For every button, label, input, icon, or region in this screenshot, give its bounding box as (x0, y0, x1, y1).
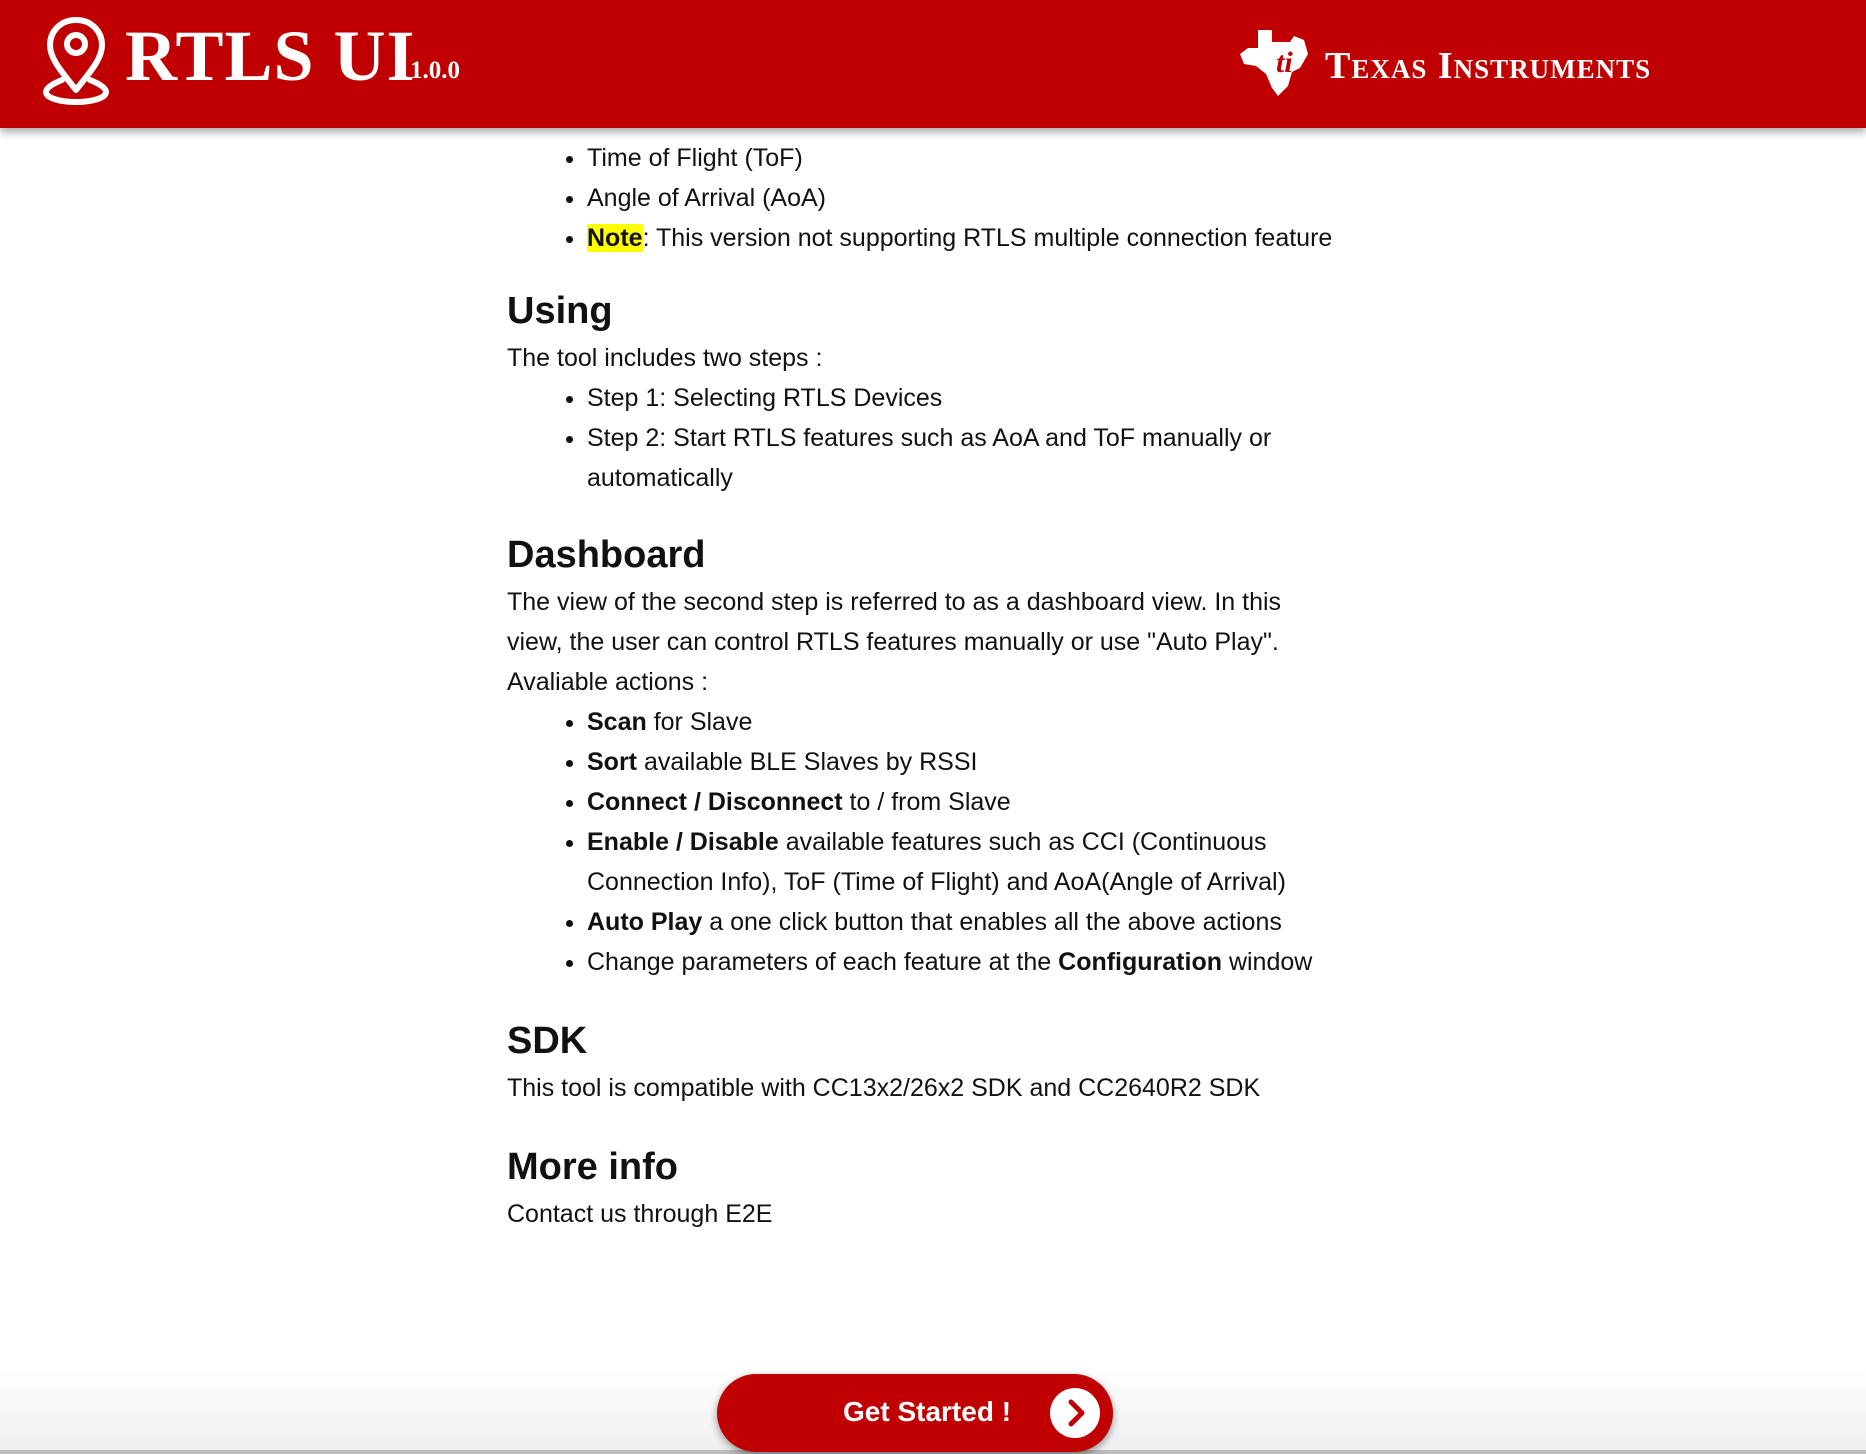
section-sdk: SDK This tool is compatible with CC13x2/… (507, 1014, 1337, 1108)
chevron-right-icon (1050, 1388, 1100, 1438)
using-steps-list: Step 1: Selecting RTLS Devices Step 2: S… (507, 378, 1337, 498)
heading-dashboard: Dashboard (507, 534, 706, 576)
list-item: Change parameters of each feature at the… (587, 942, 1337, 982)
list-item: Scan for Slave (587, 702, 1337, 742)
sdk-text: This tool is compatible with CC13x2/26x2… (507, 1074, 1261, 1102)
section-more-info: More info Contact us through E2E (507, 1140, 1337, 1234)
map-pin-icon (42, 17, 110, 106)
list-item: Sort available BLE Slaves by RSSI (587, 742, 1337, 782)
clipped-previous-item (507, 128, 1337, 138)
brand-name: Texas Instruments (1325, 45, 1652, 87)
app-title: RTLS UI (125, 16, 416, 96)
list-item: Connect / Disconnect to / from Slave (587, 782, 1337, 822)
section-using: Using The tool includes two steps : Step… (507, 284, 1337, 498)
app-header: RTLS UI 1.0.0 ti Texas Instruments (0, 0, 1866, 128)
section-dashboard: Dashboard The view of the second step is… (507, 528, 1337, 982)
using-text: The tool includes two steps : (507, 344, 823, 372)
more-info-text: Contact us through E2E (507, 1200, 773, 1228)
ti-logo-icon: ti (1240, 30, 1308, 96)
get-started-label: Get Started ! (843, 1396, 1012, 1427)
app-version: 1.0.0 (410, 57, 460, 84)
note-highlight: Note (587, 224, 643, 252)
list-item: Step 2: Start RTLS features such as AoA … (587, 418, 1337, 498)
list-item: Time of Flight (ToF) (587, 138, 1337, 178)
main-content: Time of Flight (ToF) Angle of Arrival (A… (507, 128, 1337, 1234)
list-item: Enable / Disable available features such… (587, 822, 1337, 902)
svg-text:ti: ti (1276, 46, 1293, 79)
heading-using: Using (507, 290, 613, 332)
dashboard-actions-list: Scan for Slave Sort available BLE Slaves… (507, 702, 1337, 982)
heading-sdk: SDK (507, 1020, 588, 1062)
intro-features-list: Time of Flight (ToF) Angle of Arrival (A… (507, 138, 1337, 258)
list-item: Auto Play a one click button that enable… (587, 902, 1337, 942)
list-item: Step 1: Selecting RTLS Devices (587, 378, 1337, 418)
get-started-button[interactable]: Get Started ! (717, 1374, 1113, 1452)
list-item-note: Note: This version not supporting RTLS m… (587, 218, 1337, 258)
heading-more-info: More info (507, 1146, 678, 1188)
dashboard-text: The view of the second step is referred … (507, 588, 1282, 696)
list-item: Angle of Arrival (AoA) (587, 178, 1337, 218)
